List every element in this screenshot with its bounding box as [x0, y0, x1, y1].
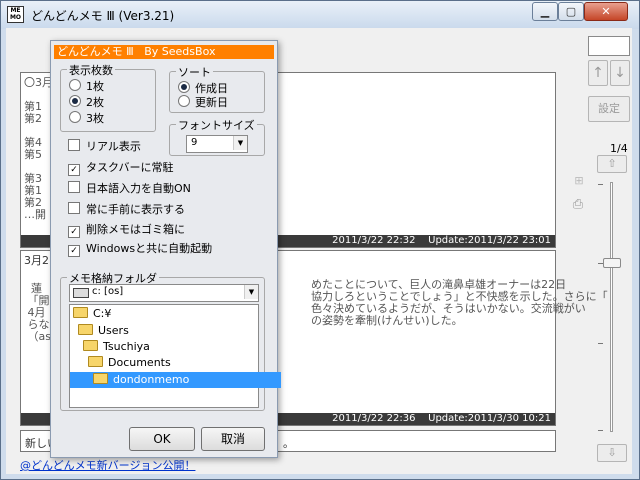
close-button[interactable]: ✕ [584, 2, 628, 21]
group-label: フォントサイズ [176, 117, 257, 133]
window-title: どんどんメモ Ⅲ (Ver3.21) [31, 9, 175, 23]
checkbox-icon[interactable] [68, 139, 80, 151]
memo-body: めたことについて、巨人の滝鼻卓雄オーナーは22日 協力しろということでしょう」と… [311, 278, 608, 327]
folder-icon [83, 340, 98, 351]
folder-list[interactable]: C:¥ Users Tsuchiya Documents dondonmemo [69, 304, 281, 408]
page-slider-track[interactable] [610, 182, 613, 432]
memo-folder-group: メモ格納フォルダ c: [os] ▼ C:¥ Users Tsuchiya Do… [60, 270, 281, 411]
page-up-button[interactable]: ⇧ [597, 155, 627, 173]
sort-group: ソート 作成日 更新日 [169, 64, 265, 113]
minimize-button[interactable]: ▁ [532, 2, 558, 21]
checkbox-label: Windowsと共に自動起動 [86, 242, 213, 255]
folder-item[interactable]: Tsuchiya [70, 339, 271, 355]
font-size-group: フォントサイズ 9 ▼ [169, 117, 265, 156]
checkbox-recycle[interactable]: ✓ 削除メモはゴミ箱に [68, 222, 185, 238]
check-icon[interactable]: ✓ [68, 226, 80, 238]
radio-label: 3枚 [86, 112, 104, 125]
folder-icon [88, 356, 103, 367]
radio-label: 更新日 [195, 96, 228, 109]
chevron-down-icon[interactable]: ▼ [244, 285, 258, 299]
drive-select[interactable]: c: [os] ▼ [69, 284, 259, 302]
cancel-button[interactable]: 取消 [201, 427, 265, 451]
slider-tick [598, 184, 603, 185]
folder-icon [78, 324, 93, 335]
chevron-down-icon[interactable]: ▼ [233, 136, 247, 150]
checkbox-label: リアル表示 [86, 140, 141, 153]
font-size-value: 9 [191, 137, 198, 148]
memo-text: 〇3月 第1 第2 第4 第5 第3 第1 第2 …開 [24, 76, 53, 221]
display-count-group: 表示枚数 1枚 2枚 3枚 [60, 62, 156, 132]
radio-icon[interactable] [178, 95, 190, 107]
slider-tick [598, 343, 603, 344]
drive-value: c: [os] [92, 286, 124, 297]
folder-icon [73, 307, 88, 318]
font-size-select[interactable]: 9 ▼ [186, 135, 248, 153]
group-label: ソート [176, 64, 213, 80]
search-box[interactable] [588, 36, 630, 56]
radio-3[interactable]: 3枚 [69, 111, 104, 125]
move-down-button[interactable]: ↓ [610, 60, 630, 86]
checkbox-label: 削除メモはゴミ箱に [86, 223, 185, 236]
checkbox-label: 日本語入力を自動ON [86, 182, 191, 195]
check-icon[interactable]: ✓ [68, 245, 80, 257]
folder-item-selected[interactable]: dondonmemo [70, 372, 281, 388]
radio-label: 作成日 [195, 82, 228, 95]
settings-button[interactable]: 設定 [588, 96, 630, 122]
checkbox-topmost[interactable]: 常に手前に表示する [68, 202, 185, 218]
folder-name: Tsuchiya [103, 340, 150, 353]
radio-icon[interactable] [178, 81, 190, 93]
checkbox-taskbar[interactable]: ✓ タスクバーに常駐 [68, 160, 173, 176]
new-version-link[interactable]: @どんどんメモ新バージョン公開！ [20, 457, 195, 473]
checkbox-ime[interactable]: 日本語入力を自動ON [68, 181, 191, 197]
title-bar[interactable]: ME MO どんどんメモ Ⅲ (Ver3.21) ▁ ▢ ✕ [1, 1, 639, 29]
folder-name: C:¥ [93, 307, 112, 320]
folder-item[interactable]: Documents [70, 355, 276, 371]
page-indicator: 1/4 [610, 142, 628, 155]
slider-tick [598, 430, 603, 431]
radio-1[interactable]: 1枚 [69, 79, 104, 93]
checkbox-autostart[interactable]: ✓ Windowsと共に自動起動 [68, 241, 212, 257]
radio-icon[interactable] [69, 111, 81, 123]
checkbox-label: タスクバーに常駐 [86, 161, 174, 174]
checkbox-real-display[interactable]: リアル表示 [68, 139, 141, 155]
group-label: 表示枚数 [67, 62, 115, 78]
radio-2[interactable]: 2枚 [69, 95, 104, 109]
folder-item[interactable]: C:¥ [70, 306, 261, 322]
folder-name: Users [98, 324, 129, 337]
radio-label: 1枚 [86, 80, 104, 93]
app-icon: ME MO [7, 6, 24, 23]
checkbox-icon[interactable] [68, 181, 80, 193]
move-up-button[interactable]: ↑ [588, 60, 608, 86]
print-icon[interactable]: ⎙ [568, 196, 588, 214]
page-slider-thumb[interactable] [603, 258, 621, 268]
folder-icon [93, 373, 108, 384]
radio-created[interactable]: 作成日 [178, 81, 228, 95]
radio-icon[interactable] [69, 79, 81, 91]
maximize-button[interactable]: ▢ [558, 2, 584, 21]
settings-dialog: どんどんメモ Ⅲ By SeedsBox 表示枚数 1枚 2枚 3枚 ソート 作… [50, 40, 281, 458]
radio-updated[interactable]: 更新日 [178, 95, 228, 109]
checkbox-icon[interactable] [68, 202, 80, 214]
memo-date: 3月2 [24, 254, 49, 267]
folder-name: Documents [108, 356, 171, 369]
folder-name: dondonmemo [113, 373, 190, 386]
check-icon[interactable]: ✓ [68, 164, 80, 176]
grid-icon[interactable]: ⊞ [570, 172, 588, 190]
radio-icon[interactable] [69, 95, 81, 107]
checkbox-label: 常に手前に表示する [86, 203, 185, 216]
drive-icon [73, 288, 89, 298]
page-down-button[interactable]: ⇩ [597, 444, 627, 462]
dialog-title: どんどんメモ Ⅲ By SeedsBox [54, 45, 274, 59]
new-memo-text-end: 。 [283, 437, 294, 450]
radio-label: 2枚 [86, 96, 104, 109]
folder-item[interactable]: Users [70, 323, 266, 339]
ok-button[interactable]: OK [129, 427, 195, 451]
